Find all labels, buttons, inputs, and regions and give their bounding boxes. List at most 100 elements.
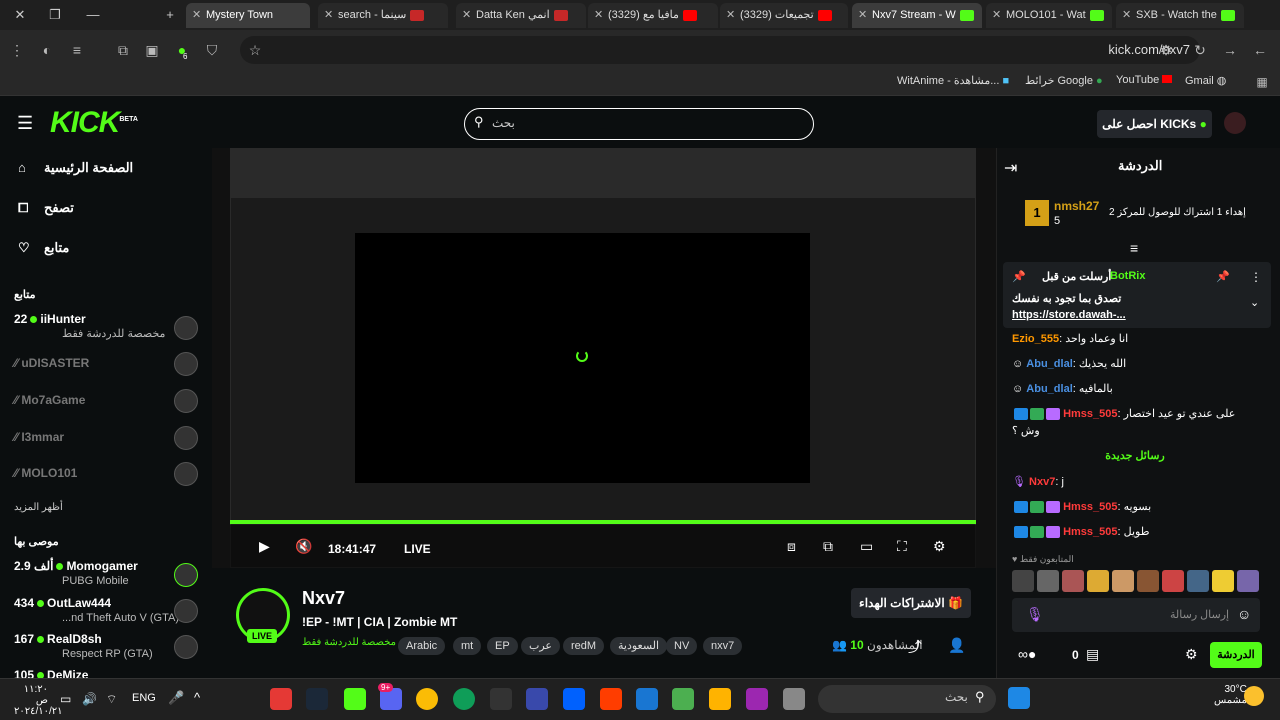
queue-icon[interactable]: ≡ [67,40,87,60]
nav-home-label[interactable]: الصفحة الرئيسية [44,160,133,176]
pinned-user[interactable]: BotRix [1110,270,1145,282]
unpin-icon[interactable]: 📌 [1216,270,1230,283]
close-tab-icon[interactable]: ✕ [462,3,476,28]
tab-molo101[interactable]: ✕ MOLO101 - Wat [986,3,1112,28]
avatar[interactable] [174,316,198,340]
recommended-outlaw444[interactable]: 434 OutLaw444 [14,596,111,610]
bookmark-witanime[interactable]: WitAnime - مشاهدة... ■ [897,74,1009,87]
chat-send-button[interactable]: الدردشة [1210,642,1262,668]
avatar[interactable] [174,462,198,486]
chevron-down-icon[interactable]: ⌄ [1250,296,1259,309]
recommended-reald8sh[interactable]: 167 RealD8sh [14,632,102,646]
app2-icon[interactable] [526,688,548,710]
steam-icon[interactable] [306,688,328,710]
tag[interactable]: Arabic [398,637,446,655]
mic-icon[interactable]: 🎙 [1026,606,1044,623]
close-window-icon[interactable]: ✕ [5,4,35,26]
settings-gear-icon[interactable]: ⚙ [933,538,946,555]
tab-search[interactable]: ✕ search - سينما [318,3,448,28]
following-udisaster[interactable]: ⁄⁄ uDISASTER [14,356,89,370]
taskbar-search[interactable] [818,685,996,713]
get-kicks-button[interactable]: احصل على KICKs ● [1097,110,1212,138]
pip-icon[interactable]: ⧉ [823,538,833,555]
streamer-name[interactable]: Nxv7 [302,588,345,609]
following-molo101[interactable]: ⁄⁄ MOLO101 [14,466,77,480]
url-text[interactable]: kick.com/nxv7 [1108,42,1190,57]
language-indicator[interactable]: ENG [132,692,156,704]
forward-icon[interactable]: → [1220,40,1240,60]
avatar[interactable] [174,389,198,413]
nav-following[interactable]: ♡ [18,240,30,256]
nav-following-label[interactable]: متابع [44,240,69,256]
new-tab-icon[interactable]: + [155,4,185,26]
mail-icon[interactable] [636,688,658,710]
tag[interactable]: NV [666,637,698,655]
leaderboard-user[interactable]: nmsh27 [1054,199,1099,213]
avatar[interactable] [174,352,198,376]
kick-logo[interactable]: KICKBETA [50,106,138,140]
follow-user-icon[interactable]: 👤 [948,637,965,654]
wifi-icon[interactable]: ⌔ [106,692,117,707]
windows-start-icon[interactable] [1008,687,1030,709]
pinned-link[interactable]: https://store.dawah-... [1012,309,1126,321]
following-iihunter[interactable]: 22 iiHunter [14,312,86,326]
tab-nxv7[interactable]: ✕ Nxv7 Stream - W [852,3,982,28]
tray-overflow-icon[interactable]: ^ [194,690,200,705]
extension3-icon[interactable]: ● [172,40,192,60]
clock[interactable]: ١١:٢٠ ص ٢٠٢٤/١٠/٢١ [14,684,63,717]
live-progress-bar[interactable] [230,520,976,524]
close-tab-icon[interactable]: ✕ [858,3,872,28]
file-explorer-icon[interactable] [709,688,731,710]
tab-mafia[interactable]: ✕ (3329) مافيا مع [588,3,718,28]
tag[interactable]: redM [563,637,605,655]
close-tab-icon[interactable]: ✕ [594,3,608,28]
extension2-icon[interactable]: ▣ [142,40,162,60]
hamburger-menu-icon[interactable]: ☰ [17,113,33,134]
avatar[interactable] [174,563,198,587]
fullscreen-icon[interactable]: ⛶ [897,538,907,555]
tag[interactable]: mt [453,637,482,655]
weather-widget[interactable]: 30°C مشمس [1214,684,1247,706]
tag[interactable]: EP [487,637,518,655]
dropbox-icon[interactable] [563,688,585,710]
close-tab-icon[interactable]: ✕ [192,3,206,28]
bookmark-gmail[interactable]: Gmail ◍ [1185,74,1226,87]
play-icon[interactable]: ▶ [259,538,270,555]
following-i3mmar[interactable]: ⁄⁄ I3mmar [14,430,64,444]
reload-icon[interactable]: ↻ [1190,40,1210,60]
bookmark-star-icon[interactable]: ☆ [245,40,265,60]
gift-subs-button[interactable]: الاشتراكات الهداء 🎁 [851,588,971,618]
live-indicator[interactable]: LIVE [404,542,431,556]
clip-icon[interactable]: ⧈ [787,538,796,555]
stream-category[interactable]: مخصصة للدردشة فقط [302,637,396,648]
close-tab-icon[interactable]: ✕ [992,3,1006,28]
chrome-icon[interactable] [416,688,438,710]
tab-datta-ken[interactable]: ✕ Datta Ken انمي [456,3,586,28]
xbox-icon[interactable] [344,688,366,710]
extensions-puzzle-icon[interactable]: ⧉ [113,40,133,60]
tag[interactable]: nxv7 [703,637,743,655]
extension-icon[interactable]: ◐ [37,40,57,60]
filter-icon[interactable]: ≡ [1130,240,1138,256]
more-options-icon[interactable]: ⋮ [1250,270,1262,284]
tab-compilations[interactable]: ✕ (3329) تجميعات [720,3,848,28]
theater-mode-icon[interactable]: ▭ [860,538,873,555]
tag[interactable]: السعودية [610,637,668,655]
show-more-link[interactable]: أظهر المزيد [14,502,63,513]
edge-icon[interactable] [453,688,475,710]
back-icon[interactable]: ← [1250,40,1270,60]
user-avatar[interactable] [1224,112,1246,134]
recommended-momogamer[interactable]: 2.9 ألف Momogamer [14,559,138,573]
following-mo7agame[interactable]: ⁄⁄ Mo7aGame [14,393,85,407]
close-tab-icon[interactable]: ✕ [1122,3,1136,28]
search-input[interactable] [464,108,814,140]
site-settings-icon[interactable]: ⚙ [1156,40,1176,60]
nav-home[interactable]: ⌂ [18,160,26,175]
all-bookmarks-icon[interactable]: ▦ [1252,72,1272,92]
avatar[interactable] [174,635,198,659]
minimize-window-icon[interactable]: — [78,4,108,26]
shield-icon[interactable]: ⛉ [202,40,222,60]
epic-games-icon[interactable] [490,688,512,710]
chat-settings-icon[interactable]: ⚙ [1185,646,1198,663]
store-icon[interactable]: ▤ [1086,646,1099,663]
